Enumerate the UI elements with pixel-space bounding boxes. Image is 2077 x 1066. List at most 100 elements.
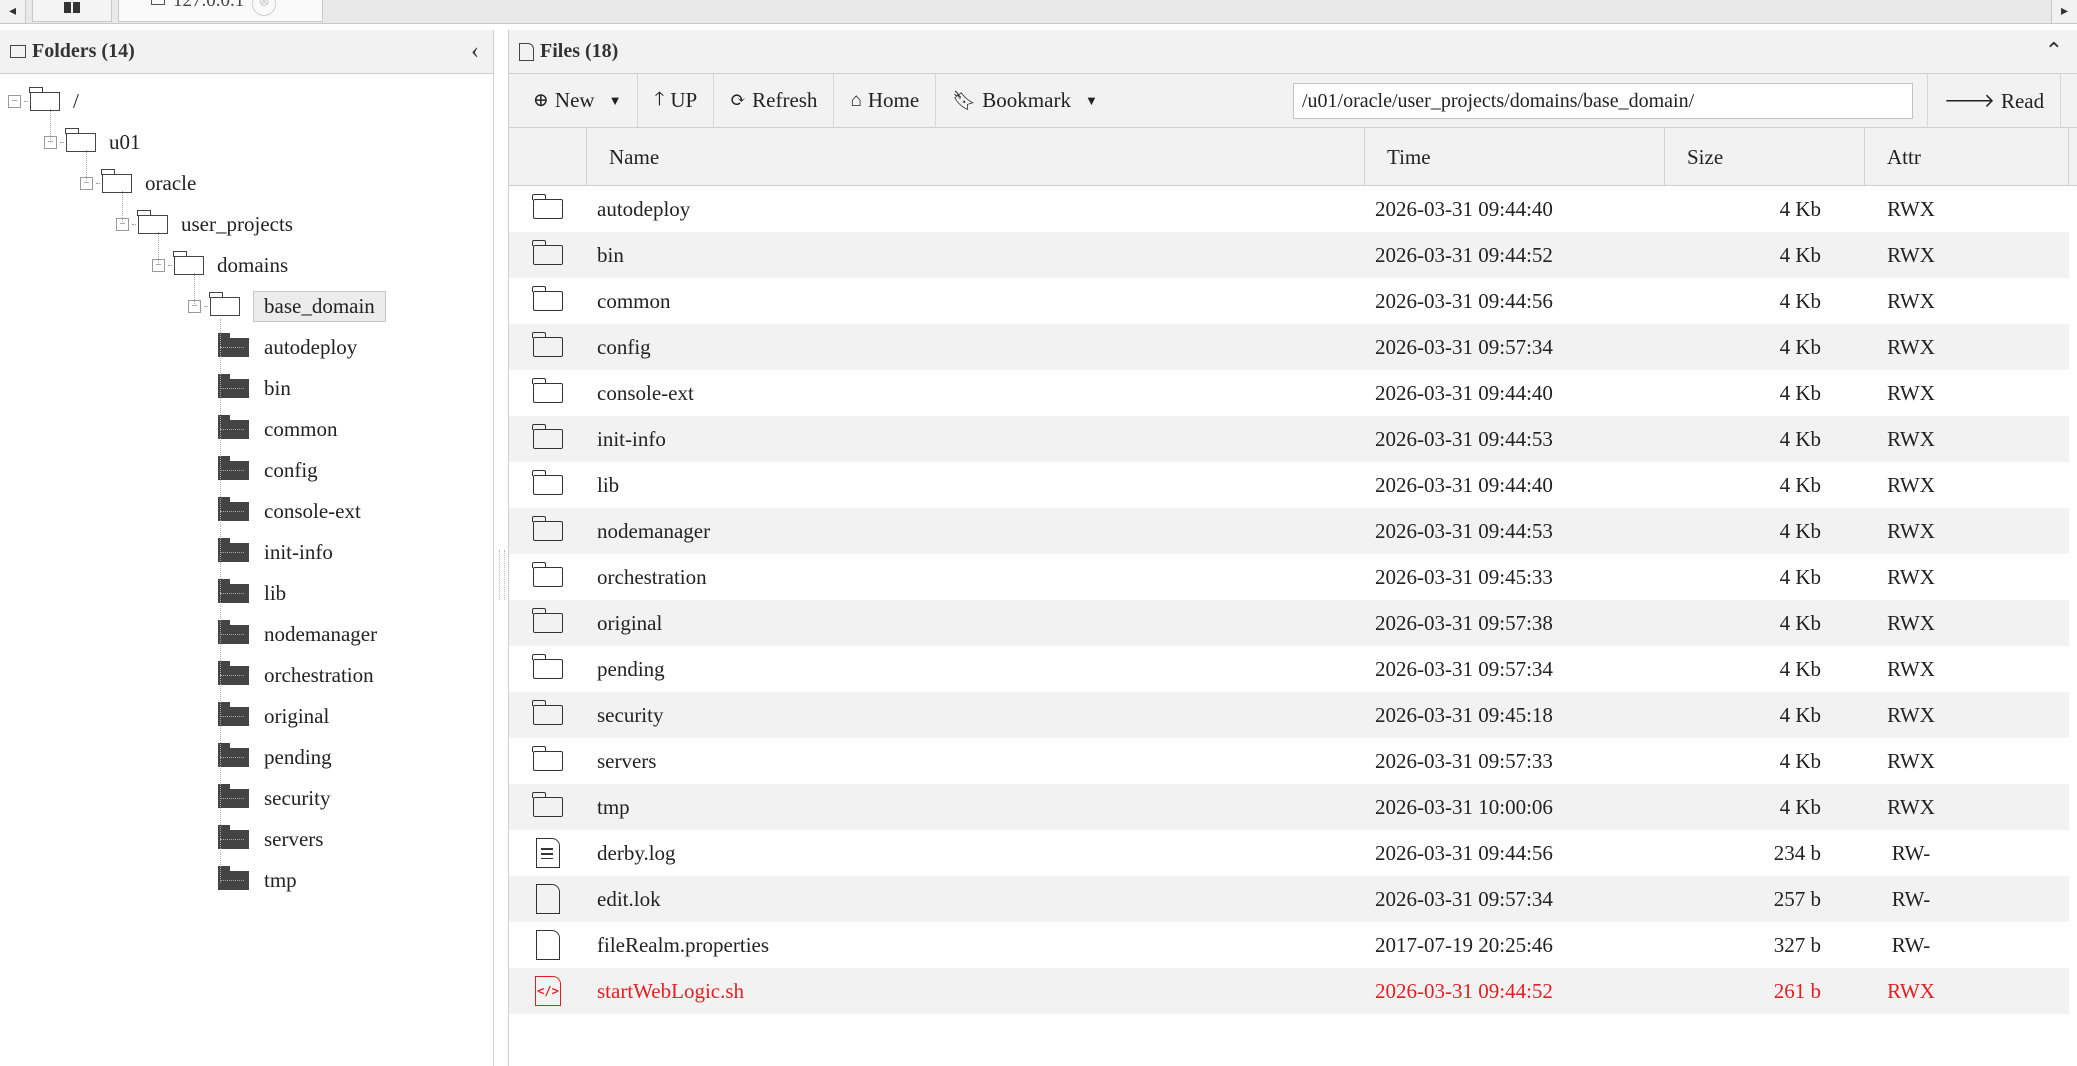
file-row[interactable]: edit.lok 2026-03-31 09:57:34 257 b RW- [509, 876, 2069, 922]
file-row[interactable]: init-info 2026-03-31 09:44:53 4 Kb RWX [509, 416, 2069, 462]
close-icon[interactable]: ⊗ [252, 0, 277, 16]
refresh-button[interactable]: ⟳ Refresh [714, 73, 835, 128]
tree-connector [204, 305, 208, 307]
folders-panel: Folders (14) ‹ − / − u01− oracle − user_projec… [0, 30, 494, 1066]
files-panel-title: Files (18) [540, 40, 619, 62]
file-icon-cell: </> [531, 968, 565, 1014]
file-name: startWebLogic.sh [597, 978, 745, 1003]
tree-item-label: pending [264, 744, 332, 769]
file-row[interactable]: fileRealm.properties 2017-07-19 20:25:46 3… [509, 922, 2069, 968]
file-name: servers [597, 748, 657, 773]
collapse-left-chevron-icon[interactable]: ‹ [471, 38, 479, 65]
file-row[interactable]: servers 2026-03-31 09:57:33 4 Kb RWX [509, 738, 2069, 784]
file-time: 2026-03-31 09:44:53 [1375, 426, 1553, 451]
collapse-toggle-icon[interactable]: − [8, 94, 21, 108]
time-column-header[interactable]: Time [1365, 128, 1665, 186]
file-attr: RWX [1887, 702, 1935, 727]
file-name: edit.lok [597, 886, 661, 911]
file-row[interactable]: common 2026-03-31 09:44:56 4 Kb RWX [509, 278, 2069, 324]
file-size: 4 Kb [1779, 426, 1821, 451]
folder-icon [532, 562, 563, 587]
file-time: 2026-03-31 09:57:38 [1375, 610, 1553, 635]
caret-down-icon: ▼ [608, 92, 622, 108]
file-row[interactable]: pending 2026-03-31 09:57:34 4 Kb RWX [509, 646, 2069, 692]
tree-item[interactable]: − u01 [44, 125, 141, 159]
tab-host[interactable]: 127.0.0.1 ⊗ [118, 0, 323, 22]
scroll-right-arrow-icon[interactable]: ▸ [2051, 0, 2077, 23]
file-size: 234 b [1773, 840, 1821, 865]
arrow-up-icon: 🡑 [654, 88, 665, 110]
file-size: 257 b [1773, 886, 1821, 911]
tab-host-label: 127.0.0.1 [173, 0, 245, 11]
grid-icon [64, 2, 80, 13]
size-column-header[interactable]: Size [1665, 128, 1865, 186]
tree-item[interactable]: − domains [152, 248, 288, 282]
folder-open-icon [29, 86, 60, 111]
folder-icon [532, 194, 563, 219]
tree-connector [96, 182, 100, 184]
file-row[interactable]: tmp 2026-03-31 10:00:06 4 Kb RWX [509, 784, 2069, 830]
file-time: 2026-03-31 09:45:33 [1375, 564, 1553, 589]
tree-guide-line [86, 150, 87, 183]
read-button[interactable]: 🡒 Read [1927, 74, 2062, 128]
home-icon: ⌂ [850, 89, 862, 111]
collapse-up-chevron-icon[interactable]: ⌃ [2045, 38, 2063, 64]
tree-item[interactable]: − oracle [80, 166, 196, 200]
file-row[interactable]: lib 2026-03-31 09:44:40 4 Kb RWX [509, 462, 2069, 508]
file-name: common [597, 288, 671, 313]
arrow-right-icon: 🡒 [1944, 91, 1995, 112]
home-button[interactable]: ⌂ Home [834, 73, 937, 128]
folder-icon [151, 0, 165, 5]
file-time: 2026-03-31 09:44:56 [1375, 840, 1553, 865]
file-row[interactable]: </> startWebLogic.sh 2026-03-31 09:44:52 26… [509, 968, 2069, 1014]
tab-dashboard[interactable] [32, 0, 112, 22]
file-row[interactable]: autodeploy 2026-03-31 09:44:40 4 Kb RWX [509, 186, 2069, 232]
file-attr: RWX [1887, 794, 1935, 819]
file-size: 4 Kb [1779, 242, 1821, 267]
panel-splitter[interactable] [499, 550, 505, 600]
tree-item[interactable]: − / [8, 84, 79, 118]
file-time: 2026-03-31 09:57:34 [1375, 656, 1553, 681]
file-row[interactable]: nodemanager 2026-03-31 09:44:53 4 Kb RWX [509, 508, 2069, 554]
tree-guide-line [220, 716, 244, 717]
bookmark-button[interactable]: 🔖︎ Bookmark ▼ [936, 74, 1114, 128]
tree-item-label: tmp [264, 867, 297, 892]
up-button[interactable]: 🡑 UP [638, 73, 715, 128]
file-row[interactable]: console-ext 2026-03-31 09:44:40 4 Kb RWX [509, 370, 2069, 416]
file-name: security [597, 702, 664, 727]
file-row[interactable]: security 2026-03-31 09:45:18 4 Kb RWX [509, 692, 2069, 738]
new-button-label: New [554, 88, 595, 112]
tree-item[interactable]: − user_projects [116, 207, 293, 241]
file-row[interactable]: config 2026-03-31 09:57:34 4 Kb RWX [509, 324, 2069, 370]
tree-item-label: domains [217, 252, 289, 277]
folder-icon [532, 286, 563, 311]
file-icon [536, 930, 560, 960]
folder-icon [532, 746, 563, 771]
tree-guide-line [220, 798, 244, 799]
file-size: 4 Kb [1779, 518, 1821, 543]
scroll-left-arrow-icon[interactable]: ◂ [0, 0, 26, 23]
file-row[interactable]: original 2026-03-31 09:57:38 4 Kb RWX [509, 600, 2069, 646]
path-input[interactable] [1293, 83, 1913, 119]
new-button[interactable]: ⊕ New ▼ [509, 73, 639, 128]
file-time: 2026-03-31 10:00:06 [1375, 794, 1553, 819]
file-attr: RWX [1887, 334, 1935, 359]
time-column-label: Time [1387, 144, 1431, 169]
name-column-header[interactable]: Name [587, 128, 1365, 186]
file-size: 261 b [1773, 978, 1821, 1003]
attr-column-label: Attr [1887, 144, 1921, 169]
tree-item-label: nodemanager [264, 621, 378, 646]
file-attr: RWX [1887, 472, 1935, 497]
tree-item[interactable]: − base_domain [188, 289, 386, 323]
folder-open-icon [209, 291, 240, 316]
tree-guide-line [220, 388, 244, 389]
file-icon-cell [531, 646, 565, 692]
attr-column-header[interactable]: Attr [1865, 128, 2069, 186]
tree-item-label: orchestration [264, 662, 374, 687]
file-name: original [597, 610, 663, 635]
file-row[interactable]: bin 2026-03-31 09:44:52 4 Kb RWX [509, 232, 2069, 278]
files-panel-header: Files (18) ⌃ [509, 30, 2077, 74]
file-row[interactable]: derby.log 2026-03-31 09:44:56 234 b RW- [509, 830, 2069, 876]
file-icon-cell [531, 462, 565, 508]
file-row[interactable]: orchestration 2026-03-31 09:45:33 4 Kb RWX [509, 554, 2069, 600]
